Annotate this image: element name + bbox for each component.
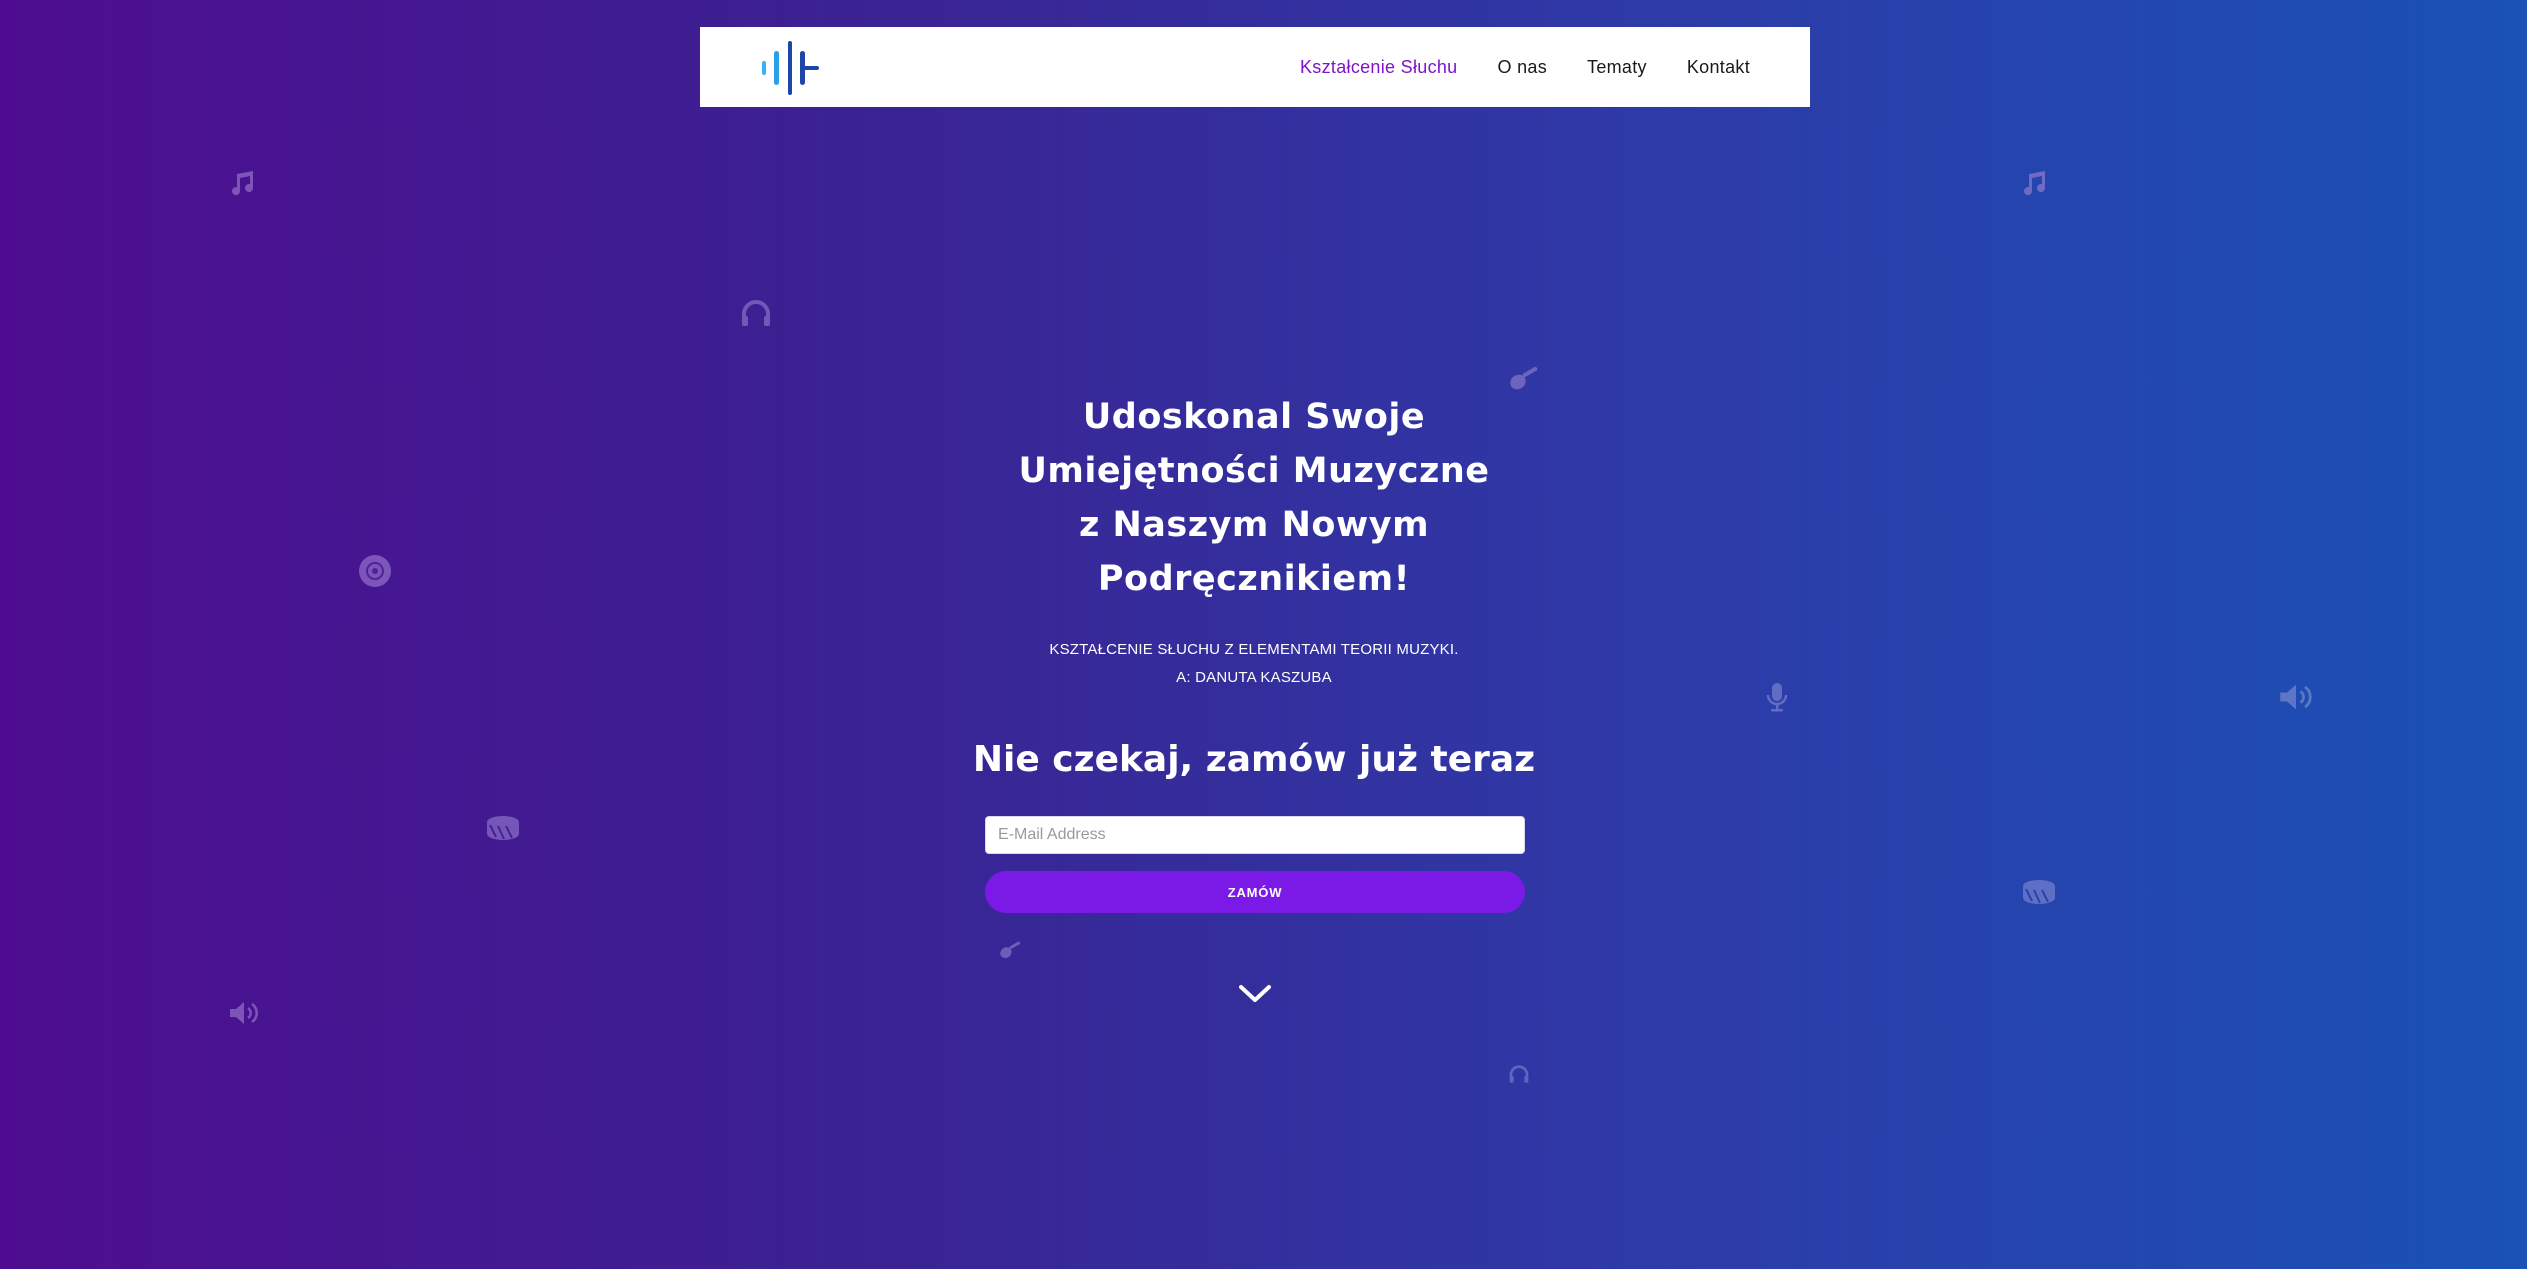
email-input[interactable] — [985, 816, 1525, 854]
volume-icon — [228, 1000, 260, 1026]
order-button[interactable]: ZAMÓW — [985, 871, 1525, 913]
volume-icon — [2278, 682, 2314, 712]
nav-link-kontakt[interactable]: Kontakt — [1687, 57, 1750, 78]
navbar: Kształcenie Słuchu O nas Tematy Kontakt — [700, 27, 1810, 107]
chevron-down-icon[interactable] — [1238, 982, 1272, 1006]
nav-link-o-nas[interactable]: O nas — [1498, 57, 1548, 78]
music-note-icon — [2020, 170, 2048, 196]
hero-title-line: Udoskonal Swoje — [1082, 397, 1426, 437]
headphones-icon — [740, 298, 772, 328]
book-title-text: KSZTAŁCENIE SŁUCHU Z ELEMENTAMI TEORII M… — [1049, 641, 1459, 658]
hero-title-line: Umiejętności Muzyczne — [1018, 451, 1490, 491]
hero-title: Udoskonal Swoje Umiejętności Muzyczne z … — [964, 390, 1544, 606]
guitar-icon — [998, 938, 1024, 960]
nav-link-ksztalcenie-sluchu[interactable]: Kształcenie Słuchu — [1300, 57, 1458, 78]
music-note-icon — [228, 170, 256, 196]
guitar-icon — [1508, 362, 1542, 392]
disc-icon — [358, 554, 392, 588]
hero-title-line: z Naszym Nowym — [1078, 505, 1430, 545]
book-author-text: A: DANUTA KASZUBA — [1176, 669, 1332, 686]
hero-subtitle: KSZTAŁCENIE SŁUCHU Z ELEMENTAMI TEORII M… — [964, 636, 1544, 692]
nav-links: Kształcenie Słuchu O nas Tematy Kontakt — [1300, 27, 1750, 107]
hero-title-line: Podręcznikiem! — [1097, 559, 1411, 599]
cta-heading: Nie czekaj, zamów już teraz — [972, 739, 1536, 780]
drum-icon — [2020, 876, 2058, 906]
headphones-icon — [1508, 1064, 1530, 1084]
drum-icon — [484, 812, 522, 842]
nav-link-tematy[interactable]: Tematy — [1587, 57, 1647, 78]
soundwave-logo-icon[interactable] — [760, 37, 824, 97]
microphone-icon — [1766, 682, 1788, 712]
